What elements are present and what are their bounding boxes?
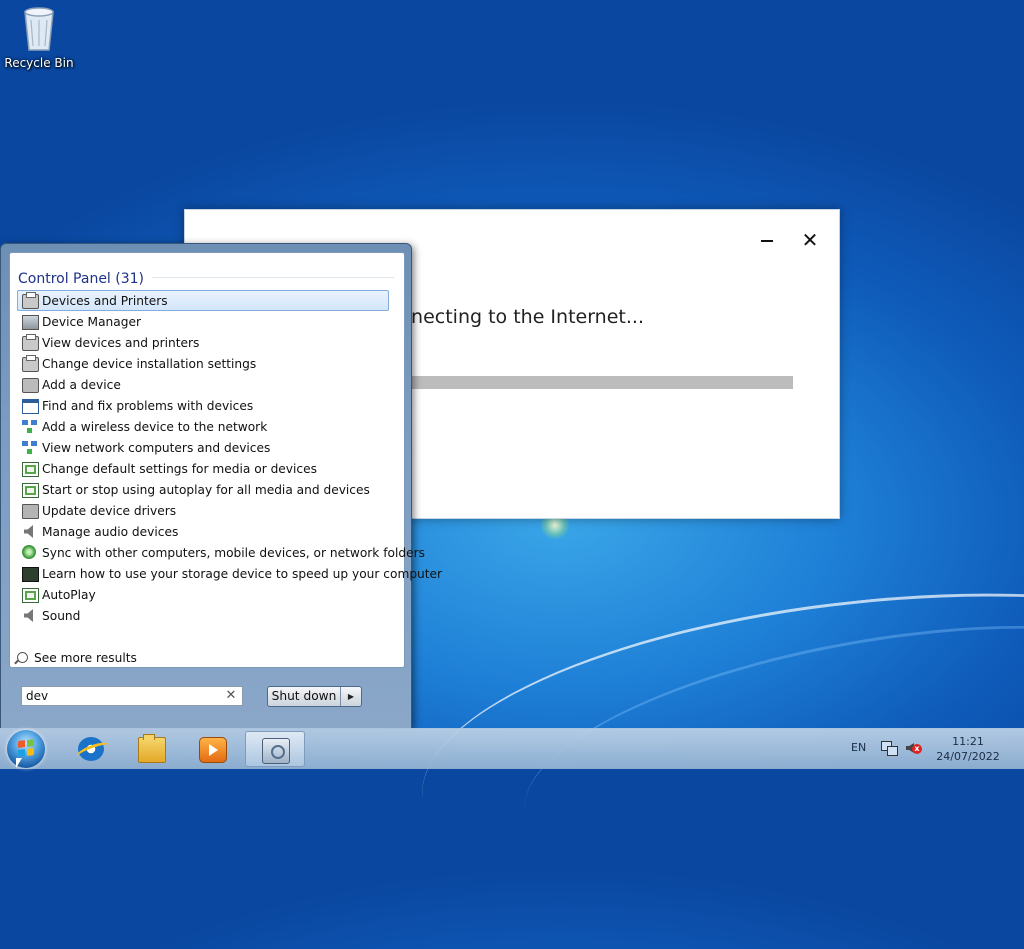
result-item-label: Add a device	[42, 378, 121, 392]
result-item-label: Device Manager	[42, 315, 141, 329]
result-item-label: Devices and Printers	[42, 294, 168, 308]
result-item[interactable]: Add a device	[17, 374, 389, 395]
result-item[interactable]: Find and fix problems with devices	[17, 395, 389, 416]
result-item[interactable]: Add a wireless device to the network	[17, 416, 389, 437]
autoplay-icon	[22, 483, 39, 498]
result-item-label: Add a wireless device to the network	[42, 420, 268, 434]
result-item-label: AutoPlay	[42, 588, 96, 602]
speaker-icon	[24, 525, 33, 538]
device-manager-icon	[22, 315, 39, 330]
results-group-title: Control Panel (31)	[18, 271, 145, 287]
network-icon	[22, 420, 37, 433]
taskbar-internet-explorer[interactable]	[62, 731, 118, 767]
clock-date: 24/07/2022	[936, 750, 1000, 763]
devices-app-icon	[262, 738, 290, 764]
progress-fill	[409, 376, 793, 389]
result-item[interactable]: AutoPlay	[17, 584, 389, 605]
result-item[interactable]: Sync with other computers, mobile device…	[17, 542, 425, 563]
result-item-label: Manage audio devices	[42, 525, 179, 539]
result-item[interactable]: View network computers and devices	[17, 437, 389, 458]
connecting-message: nnecting to the Internet...	[399, 306, 644, 328]
connection-progress-bar	[409, 376, 793, 389]
taskbar: EN x 11:21 24/07/2022	[0, 728, 1024, 769]
result-item[interactable]: Change device installation settings	[17, 353, 389, 374]
result-item[interactable]: Learn how to use your storage device to …	[17, 563, 442, 584]
mute-badge-icon: x	[912, 744, 922, 754]
add-device-icon	[22, 378, 39, 393]
autoplay-icon	[22, 588, 39, 603]
internet-explorer-icon	[78, 737, 104, 761]
minimize-icon	[761, 240, 773, 242]
result-item[interactable]: Sound	[17, 605, 389, 626]
result-item[interactable]: Manage audio devices	[17, 521, 389, 542]
shutdown-button-group: Shut down ▶	[267, 686, 362, 707]
clear-search-button[interactable]: ✕	[223, 688, 239, 704]
troubleshoot-icon	[22, 399, 39, 414]
autoplay-icon	[22, 462, 39, 477]
recycle-bin-label: Recycle Bin	[4, 56, 74, 70]
recycle-bin-icon	[24, 7, 54, 51]
printer-icon	[22, 355, 39, 372]
language-indicator[interactable]: EN	[851, 741, 866, 781]
see-more-results-link[interactable]: See more results	[17, 651, 137, 665]
driver-icon	[22, 504, 39, 519]
taskbar-media-player[interactable]	[183, 731, 239, 767]
start-menu: Control Panel (31) Devices and Printers D…	[0, 243, 442, 729]
header-divider	[152, 277, 394, 278]
storage-icon	[22, 567, 39, 582]
sync-icon	[22, 545, 36, 559]
result-item[interactable]: Update device drivers	[17, 500, 389, 521]
network-icon	[22, 441, 37, 454]
result-item[interactable]: View devices and printers	[17, 332, 389, 353]
printer-icon	[22, 292, 39, 309]
result-item-label: Learn how to use your storage device to …	[42, 567, 443, 581]
recycle-bin-shortcut[interactable]: Recycle Bin	[4, 6, 74, 70]
magnifier-icon	[17, 652, 28, 663]
network-icon[interactable]	[881, 741, 898, 756]
result-item[interactable]: Devices and Printers	[17, 290, 389, 311]
result-item-label: Find and fix problems with devices	[42, 399, 254, 413]
mouse-cursor	[16, 758, 22, 768]
start-search-input[interactable]	[21, 686, 243, 706]
folder-icon	[138, 734, 166, 763]
taskbar-active-window[interactable]	[245, 731, 305, 767]
results-group-header: Control Panel (31)	[18, 268, 396, 287]
start-button[interactable]	[7, 730, 45, 768]
result-item-label: View devices and printers	[42, 336, 200, 350]
close-button[interactable]: ✕	[798, 230, 822, 250]
results-list: Devices and Printers Device Manager View d…	[17, 290, 442, 626]
taskbar-windows-explorer[interactable]	[122, 731, 178, 767]
clock-time: 11:21	[952, 735, 984, 748]
result-item-label: Change device installation settings	[42, 357, 257, 371]
result-item[interactable]: Change default settings for media or dev…	[17, 458, 389, 479]
system-clock[interactable]: 11:21 24/07/2022	[932, 734, 1004, 764]
see-more-label: See more results	[34, 651, 137, 665]
result-item[interactable]: Start or stop using autoplay for all med…	[17, 479, 389, 500]
shutdown-options-arrow[interactable]: ▶	[341, 687, 361, 706]
speaker-icon	[24, 609, 33, 622]
printer-icon	[22, 334, 39, 351]
volume-muted-icon[interactable]: x	[906, 741, 922, 755]
media-player-icon	[199, 737, 227, 763]
result-item-label: View network computers and devices	[42, 441, 271, 455]
shutdown-button[interactable]: Shut down	[268, 687, 341, 706]
result-item-label: Sound	[42, 609, 81, 623]
result-item-label: Start or stop using autoplay for all med…	[42, 483, 370, 497]
result-item-label: Change default settings for media or dev…	[42, 462, 317, 476]
result-item-label: Sync with other computers, mobile device…	[42, 546, 425, 560]
result-item[interactable]: Device Manager	[17, 311, 389, 332]
windows-logo-icon	[18, 739, 34, 757]
minimize-button[interactable]	[755, 230, 779, 250]
result-item-label: Update device drivers	[42, 504, 177, 518]
